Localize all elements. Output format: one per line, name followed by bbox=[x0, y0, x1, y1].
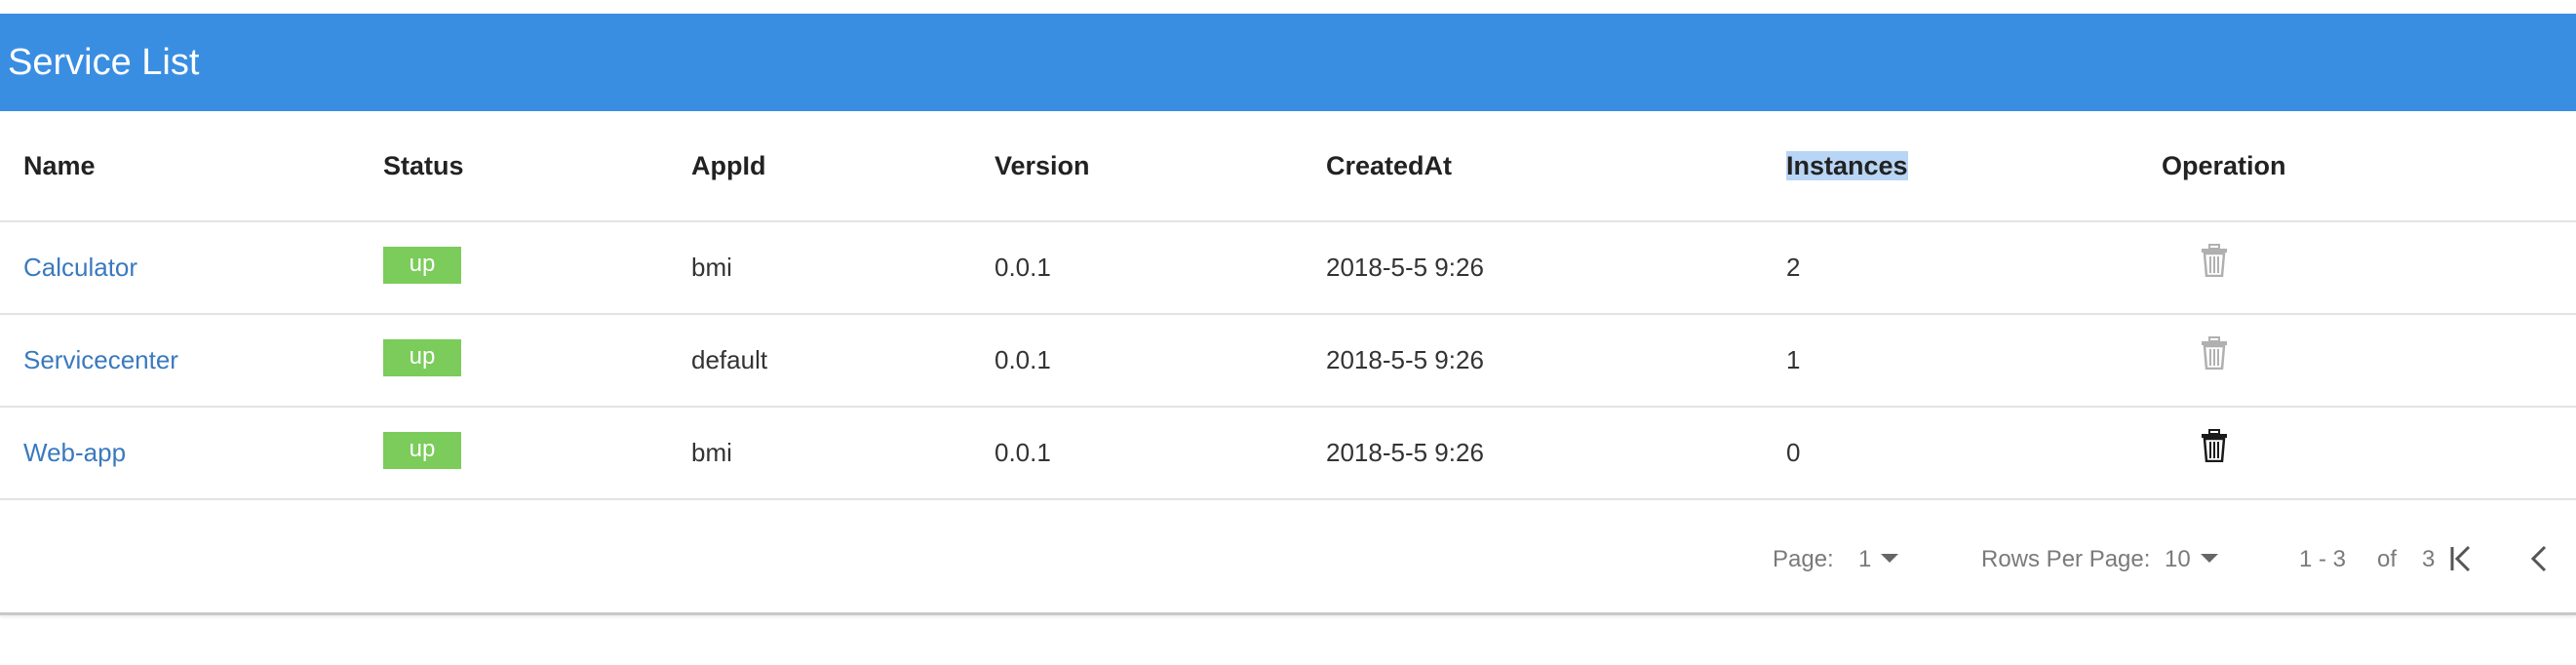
pagination-bar: Page: 1 Rows Per Page: 10 1 - 3 of 3 bbox=[0, 506, 2576, 612]
version-cell: 0.0.1 bbox=[995, 438, 1051, 467]
column-header-operation: Operation bbox=[2162, 150, 2286, 180]
service-table-card: Name Status AppId Version CreatedAt Inst… bbox=[0, 111, 2576, 615]
of-label: of bbox=[2377, 546, 2398, 572]
instances-cell: 2 bbox=[1786, 253, 1801, 282]
status-badge: up bbox=[383, 338, 461, 376]
column-header-status[interactable]: Status bbox=[383, 111, 691, 221]
range-text: 1 - 3 bbox=[2299, 546, 2347, 572]
created-cell: 2018-5-5 9:26 bbox=[1326, 438, 1484, 467]
service-list-page: Service List Name Status AppId Version C… bbox=[0, 0, 2576, 665]
trash-icon[interactable] bbox=[2201, 336, 2228, 371]
created-cell: 2018-5-5 9:26 bbox=[1326, 345, 1484, 374]
table-row: Web-app up bmi 0.0.1 2018-5-5 9:26 0 bbox=[0, 407, 2576, 499]
dropdown-caret-icon bbox=[1881, 554, 1899, 564]
table-header-row: Name Status AppId Version CreatedAt Inst… bbox=[0, 111, 2576, 221]
page-select[interactable]: 1 bbox=[1858, 506, 1899, 612]
appid-cell: bmi bbox=[691, 438, 732, 467]
rows-per-page-select[interactable]: 10 bbox=[2165, 506, 2218, 612]
version-cell: 0.0.1 bbox=[995, 345, 1051, 374]
column-header-createdat[interactable]: CreatedAt bbox=[1326, 111, 1786, 221]
service-name-link[interactable]: Servicecenter bbox=[23, 345, 178, 374]
column-header-appid[interactable]: AppId bbox=[691, 111, 995, 221]
version-cell: 0.0.1 bbox=[995, 253, 1051, 282]
appid-cell: bmi bbox=[691, 253, 732, 282]
service-name-link[interactable]: Calculator bbox=[23, 253, 137, 282]
page-label: Page: bbox=[1773, 546, 1834, 572]
created-cell: 2018-5-5 9:26 bbox=[1326, 253, 1484, 282]
prev-page-icon[interactable] bbox=[2525, 543, 2555, 574]
trash-icon[interactable] bbox=[2201, 429, 2228, 463]
status-badge: up bbox=[383, 246, 461, 284]
first-page-icon[interactable] bbox=[2447, 543, 2477, 574]
table-row: Calculator up bmi 0.0.1 2018-5-5 9:26 2 bbox=[0, 221, 2576, 314]
instances-cell: 0 bbox=[1786, 438, 1801, 467]
page-select-value: 1 bbox=[1858, 546, 1872, 572]
column-header-instances[interactable]: Instances bbox=[1786, 111, 2162, 221]
page-header: Service List bbox=[0, 14, 2576, 111]
total-count: 3 bbox=[2422, 546, 2436, 572]
instances-cell: 1 bbox=[1786, 345, 1801, 374]
rows-per-page-label: Rows Per Page: bbox=[1981, 546, 2151, 572]
column-header-version[interactable]: Version bbox=[995, 111, 1326, 221]
column-header-name[interactable]: Name bbox=[0, 111, 383, 221]
page-title: Service List bbox=[8, 42, 200, 83]
table-row: Servicecenter up default 0.0.1 2018-5-5 … bbox=[0, 314, 2576, 407]
service-table: Name Status AppId Version CreatedAt Inst… bbox=[0, 111, 2576, 500]
appid-cell: default bbox=[691, 345, 768, 374]
status-badge: up bbox=[383, 431, 461, 469]
selected-text: Instances bbox=[1786, 150, 1908, 180]
dropdown-caret-icon bbox=[2200, 554, 2218, 564]
trash-icon[interactable] bbox=[2201, 244, 2228, 278]
service-name-link[interactable]: Web-app bbox=[23, 438, 126, 467]
rows-per-page-value: 10 bbox=[2165, 546, 2191, 572]
